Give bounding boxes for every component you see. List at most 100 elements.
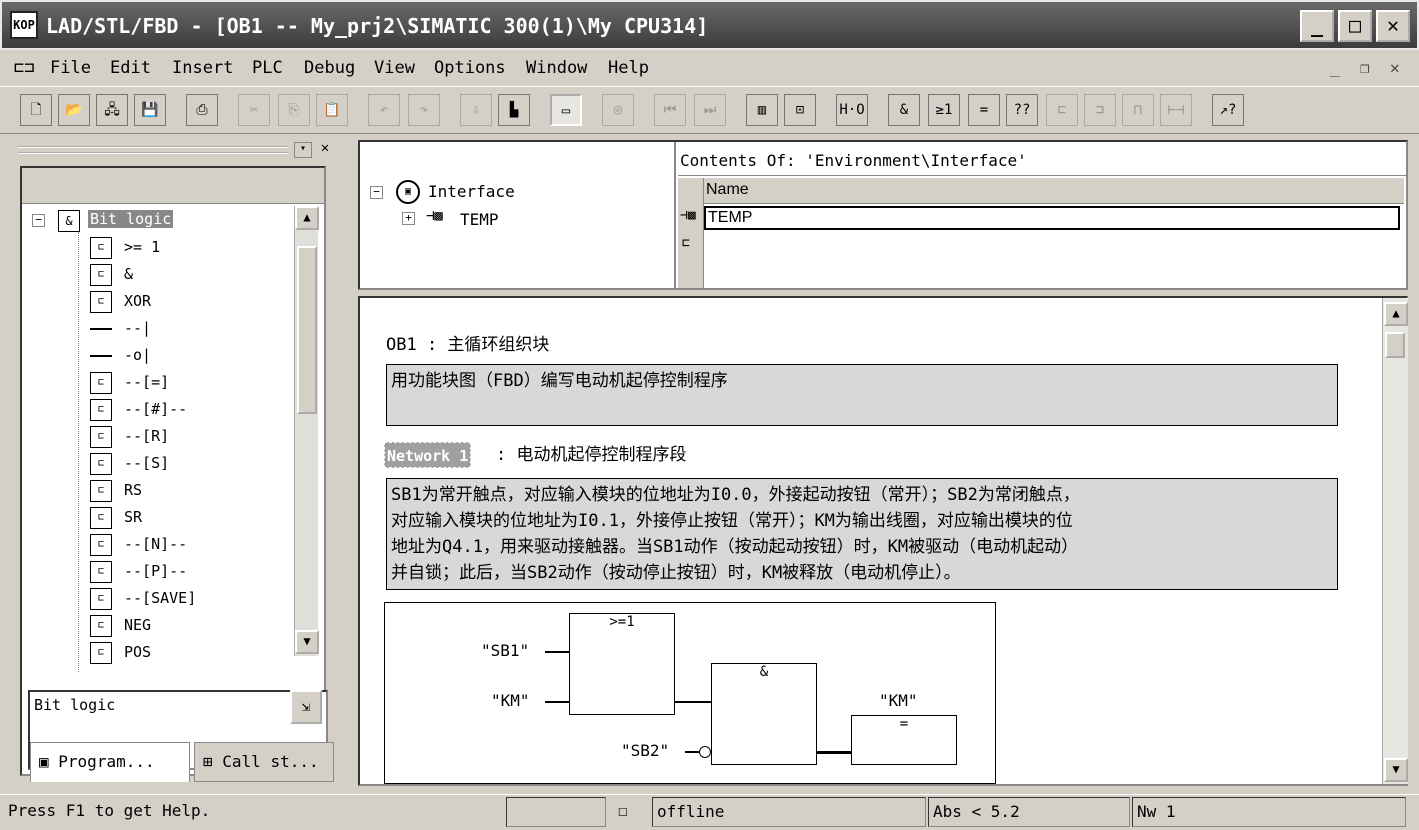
network-title[interactable]: : 电动机起停控制程序段: [496, 442, 686, 468]
block-comment[interactable]: 用功能块图（FBD）编写电动机起停控制程序: [386, 364, 1338, 426]
minimize-button[interactable]: _: [1300, 10, 1334, 42]
monitor-icon[interactable]: ▙: [498, 94, 530, 126]
code-scroll-thumb[interactable]: [1385, 332, 1405, 358]
tree-item[interactable]: ⊏ &: [22, 262, 292, 289]
last-network-icon[interactable]: ⏭: [694, 94, 726, 126]
tab-program-elements[interactable]: ▣ Program...: [30, 742, 190, 782]
tree-item[interactable]: ⊏ NEG: [22, 613, 292, 640]
new-row-icon[interactable]: ⊏: [682, 236, 690, 251]
overview-icon[interactable]: ▭: [550, 94, 582, 126]
tab-call-structure[interactable]: ⊞ Call st...: [194, 742, 334, 782]
doc-menu-icon[interactable]: ⊏⊐: [14, 58, 34, 78]
tree-item[interactable]: -o|: [22, 343, 292, 370]
temp-tree-label[interactable]: TEMP: [460, 210, 499, 229]
ladder-icon[interactable]: ▥: [746, 94, 778, 126]
mdi-close-icon[interactable]: ✕: [1390, 58, 1400, 77]
mdi-restore-icon[interactable]: ❐: [1360, 58, 1370, 77]
fbd-network-area[interactable]: >=1 & = "SB1" "KM" "SB2" "KM": [384, 602, 996, 784]
close-button[interactable]: ✕: [1376, 10, 1410, 42]
or-box-button[interactable]: ≥1: [928, 94, 960, 126]
fbd-icon[interactable]: ⊡: [784, 94, 816, 126]
collapse-icon[interactable]: −: [32, 214, 45, 227]
panel-close-icon[interactable]: ✕: [316, 140, 334, 158]
input-km-label[interactable]: "KM": [491, 691, 530, 710]
menu-file[interactable]: File: [50, 58, 91, 78]
accessible-nodes-icon[interactable]: 🖧: [96, 94, 128, 126]
scroll-thumb[interactable]: [297, 246, 317, 414]
menu-window[interactable]: Window: [526, 58, 587, 78]
column-header-name[interactable]: Name: [704, 178, 1404, 204]
code-editor[interactable]: OB1 : 主循环组织块 用功能块图（FBD）编写电动机起停控制程序 Netwo…: [358, 296, 1408, 786]
tree-item[interactable]: ⊏ --[#]--: [22, 397, 292, 424]
scroll-down-icon[interactable]: ▼: [295, 630, 319, 654]
menu-view[interactable]: View: [374, 58, 415, 78]
cut-icon[interactable]: ✂: [238, 94, 270, 126]
first-network-icon[interactable]: ⏮: [654, 94, 686, 126]
code-scrollbar[interactable]: ▲ ▼: [1382, 298, 1408, 784]
network-comment[interactable]: SB1为常开触点，对应输入模块的位地址为I0.0，外接起动按钮（常开）；SB2为…: [386, 478, 1338, 590]
coil-icon[interactable]: ⊢⊣: [1160, 94, 1192, 126]
tree-item[interactable]: ⊏ --[S]: [22, 451, 292, 478]
assign-box-button[interactable]: =: [968, 94, 1000, 126]
menu-edit[interactable]: Edit: [110, 58, 151, 78]
temp-expand-icon[interactable]: +: [402, 212, 415, 225]
block-title[interactable]: OB1 : 主循环组织块: [386, 330, 549, 355]
network-button[interactable]: H·O: [836, 94, 868, 126]
paste-icon[interactable]: 📋: [316, 94, 348, 126]
save-icon[interactable]: 💾: [134, 94, 166, 126]
tree-item[interactable]: ⊏ --[SAVE]: [22, 586, 292, 613]
panel-grip[interactable]: ▾ ✕: [14, 140, 336, 162]
tree-item[interactable]: ⊏ --[P]--: [22, 559, 292, 586]
assign-box[interactable]: =: [851, 715, 957, 765]
tree-item[interactable]: ⊏ POS: [22, 640, 292, 667]
code-scroll-up-icon[interactable]: ▲: [1384, 302, 1408, 326]
tree-item[interactable]: ⊏ --[=]: [22, 370, 292, 397]
scroll-up-icon[interactable]: ▲: [295, 206, 319, 230]
interface-grid: Name ⊣▩ TEMP ⊏: [678, 178, 1406, 288]
download-icon[interactable]: ⇩: [460, 94, 492, 126]
insert-element-icon[interactable]: ⇲: [290, 690, 322, 724]
network-label[interactable]: Network 1: [384, 442, 472, 468]
tree-item[interactable]: ⊏ RS: [22, 478, 292, 505]
help-pointer-button[interactable]: ↗?: [1212, 94, 1244, 126]
tree-item[interactable]: ⊏ >= 1: [22, 235, 292, 262]
or-box[interactable]: >=1: [569, 613, 675, 715]
interface-root-label[interactable]: Interface: [428, 182, 515, 201]
tree-item[interactable]: --|: [22, 316, 292, 343]
input-sb1-label[interactable]: "SB1": [481, 641, 529, 660]
empty-box-button[interactable]: ??: [1006, 94, 1038, 126]
mdi-minimize-icon[interactable]: _: [1330, 58, 1340, 77]
interface-collapse-icon[interactable]: −: [370, 186, 383, 199]
menu-help[interactable]: Help: [608, 58, 649, 78]
panel-dropdown-icon[interactable]: ▾: [294, 142, 312, 158]
tree-scrollbar[interactable]: ▲ ▼: [294, 206, 319, 656]
display-icon[interactable]: ◎: [602, 94, 634, 126]
undo-icon[interactable]: ↶: [368, 94, 400, 126]
menu-insert[interactable]: Insert: [172, 58, 233, 78]
branch-close-icon[interactable]: ⊐: [1084, 94, 1116, 126]
tree-root-bit-logic[interactable]: − & Bit logic: [22, 208, 292, 235]
code-scroll-down-icon[interactable]: ▼: [1384, 758, 1408, 782]
input-sb2-label[interactable]: "SB2": [621, 741, 669, 760]
menu-debug[interactable]: Debug: [304, 58, 355, 78]
and-box[interactable]: &: [711, 663, 817, 765]
contact-icon[interactable]: ⊓: [1122, 94, 1154, 126]
tree-item[interactable]: ⊏ XOR: [22, 289, 292, 316]
and-box-button[interactable]: &: [888, 94, 920, 126]
grid-row-temp[interactable]: TEMP: [704, 206, 1400, 230]
tree-header: [22, 168, 324, 204]
toolbar: 🗋 📂 🖧 💾 ⎙ ✂ ⎘ 📋 ↶ ↷ ⇩ ▙ ▭ ◎ ⏮ ⏭ ▥ ⊡ H·O …: [0, 86, 1419, 134]
copy-icon[interactable]: ⎘: [278, 94, 310, 126]
tree-item[interactable]: ⊏ --[R]: [22, 424, 292, 451]
maximize-button[interactable]: □: [1338, 10, 1372, 42]
menu-plc[interactable]: PLC: [252, 58, 283, 78]
open-icon[interactable]: 📂: [58, 94, 90, 126]
output-km-label[interactable]: "KM": [879, 691, 918, 710]
tree-item[interactable]: ⊏ --[N]--: [22, 532, 292, 559]
print-icon[interactable]: ⎙: [186, 94, 218, 126]
menu-options[interactable]: Options: [434, 58, 506, 78]
new-icon[interactable]: 🗋: [20, 94, 52, 126]
redo-icon[interactable]: ↷: [408, 94, 440, 126]
branch-open-icon[interactable]: ⊏: [1046, 94, 1078, 126]
tree-item[interactable]: ⊏ SR: [22, 505, 292, 532]
